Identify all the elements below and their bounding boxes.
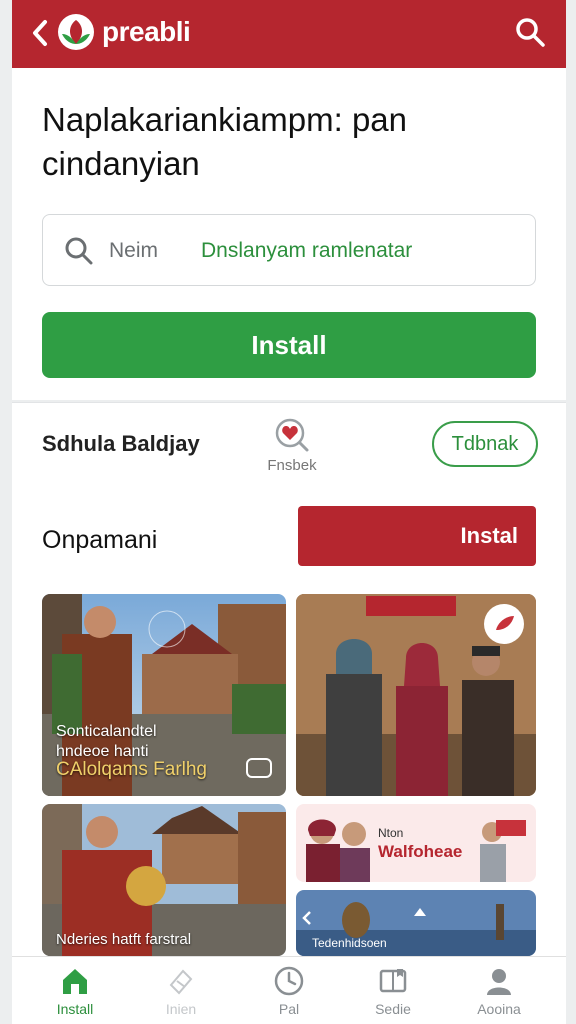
row-center-label: Fnsbek [267, 457, 317, 474]
row-title: Sdhula Baldjay [42, 431, 200, 456]
nav-item-install[interactable]: Install [30, 965, 120, 1017]
person-icon [487, 969, 511, 995]
nav-label: Pal [278, 1001, 300, 1017]
media-play-icon [246, 758, 272, 778]
nav-label: Install [56, 1001, 94, 1017]
nav-item-inien[interactable]: Inien [136, 965, 226, 1017]
tile-caption: Tedenhidsoen [312, 936, 387, 950]
row-center-action[interactable]: Fnsbek [260, 415, 324, 479]
chevron-left-icon[interactable] [30, 18, 50, 48]
search-placeholder-highlight: Dnslanyam ramlenatar [201, 239, 413, 262]
install-button[interactable]: Install [42, 312, 536, 378]
clock-icon [274, 966, 304, 996]
brand-name: preabli [102, 16, 191, 47]
promo-title: Walfoheae [378, 842, 463, 861]
app-row: Sdhula Baldjay Fnsbek Tdbnak [12, 402, 566, 486]
hero-card: Naplakariankiampm: pan cindanyian Neim D… [12, 68, 566, 400]
section-install-button[interactable]: Instal [298, 506, 536, 566]
favorite-icon[interactable] [484, 604, 524, 644]
media-tile[interactable]: Nderies hatft farstral [42, 804, 286, 956]
media-tile[interactable] [296, 594, 536, 796]
media-tile[interactable]: Tedenhidsoen [296, 890, 536, 956]
nav-item-aooina[interactable]: Aooina [454, 965, 544, 1017]
tile-caption: Nderies hatft farstral [56, 931, 192, 948]
promo-tile[interactable]: Nton Walfoheae [296, 804, 536, 882]
book-icon [379, 969, 407, 993]
nav-item-pal[interactable]: Pal [244, 965, 334, 1017]
ticket-icon [169, 969, 193, 995]
phone-screen: preabli Naplakariankiampm: pan cindanyia… [12, 0, 566, 1024]
app-bar: preabli [12, 0, 566, 68]
leaf-logo-icon [58, 14, 94, 50]
page-title: Naplakariankiampm: pan cindanyian [42, 101, 408, 182]
search-input[interactable]: Neim Dnslanyam ramlenatar [42, 214, 536, 286]
search-placeholder-prefix: Neim [109, 239, 159, 262]
featured-section: Onpamani Instal Sonticalandtel hndeoe ha… [12, 486, 566, 956]
nav-label: Aooina [477, 1001, 521, 1017]
bottom-navigation: Install Inien Pal Sedie Aooina [12, 956, 566, 1024]
home-icon [63, 969, 87, 994]
search-icon [65, 237, 93, 265]
row-pill-button[interactable]: Tdbnak [432, 421, 538, 467]
nav-item-sedie[interactable]: Sedie [348, 965, 438, 1017]
tile-caption-line3: CAlolqams Farlhg [56, 759, 207, 780]
media-tile[interactable]: Sonticalandtel hndeoe hanti CAlolqams Fa… [42, 594, 286, 796]
search-icon[interactable] [514, 16, 546, 48]
promo-small-text: Nton [378, 826, 404, 840]
nav-label: Sedie [375, 1001, 411, 1017]
magnifier-heart-icon [275, 418, 309, 452]
nav-label: Inien [165, 1001, 197, 1017]
section-title: Onpamani [42, 526, 158, 554]
tile-caption-line1: Sonticalandtel [56, 723, 157, 740]
